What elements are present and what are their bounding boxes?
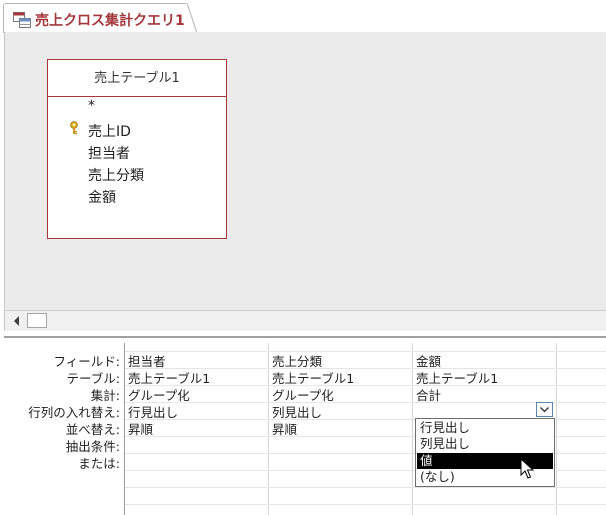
- primary-key-icon: [70, 121, 78, 135]
- crosstab-query-icon: [13, 12, 31, 28]
- dropdown-option-column-heading[interactable]: 列見出し: [417, 436, 553, 452]
- tab-edge: [186, 3, 198, 33]
- field-sales-id[interactable]: 売上ID: [88, 121, 131, 141]
- query-tab-title: 売上クロス集計クエリ1: [35, 13, 185, 29]
- col3-total[interactable]: 合計: [416, 385, 441, 404]
- grid-row-line: [124, 351, 606, 352]
- document-tab-bar: 売上クロス集計クエリ1: [0, 0, 606, 33]
- crosstab-dropdown-button[interactable]: [536, 402, 553, 417]
- horizontal-scrollbar[interactable]: [4, 310, 606, 331]
- scroll-thumb[interactable]: [27, 313, 47, 328]
- field-all[interactable]: *: [88, 98, 95, 114]
- dropdown-option-row-heading[interactable]: 行見出し: [417, 420, 553, 436]
- chevron-down-icon: [540, 407, 549, 413]
- col1-sort[interactable]: 昇順: [128, 419, 153, 438]
- field-category[interactable]: 売上分類: [88, 165, 144, 185]
- field-list-table[interactable]: 売上テーブル1 * 売上ID 担当者 売上分類 金額: [47, 59, 227, 239]
- pane-splitter[interactable]: [0, 331, 606, 335]
- grid-row-line: [124, 487, 606, 488]
- query-tab[interactable]: 売上クロス集計クエリ1: [3, 3, 187, 33]
- row-label-or: または:: [78, 456, 120, 471]
- mouse-cursor-icon: [520, 458, 535, 479]
- grid-left-border: [124, 343, 125, 515]
- field-person[interactable]: 担当者: [88, 143, 130, 163]
- scroll-left-icon[interactable]: [8, 313, 26, 329]
- field-amount[interactable]: 金額: [88, 187, 116, 207]
- grid-row-line: [124, 402, 606, 403]
- table-title[interactable]: 売上テーブル1: [48, 60, 226, 97]
- col2-sort[interactable]: 昇順: [272, 419, 297, 438]
- grid-row-line: [124, 504, 606, 505]
